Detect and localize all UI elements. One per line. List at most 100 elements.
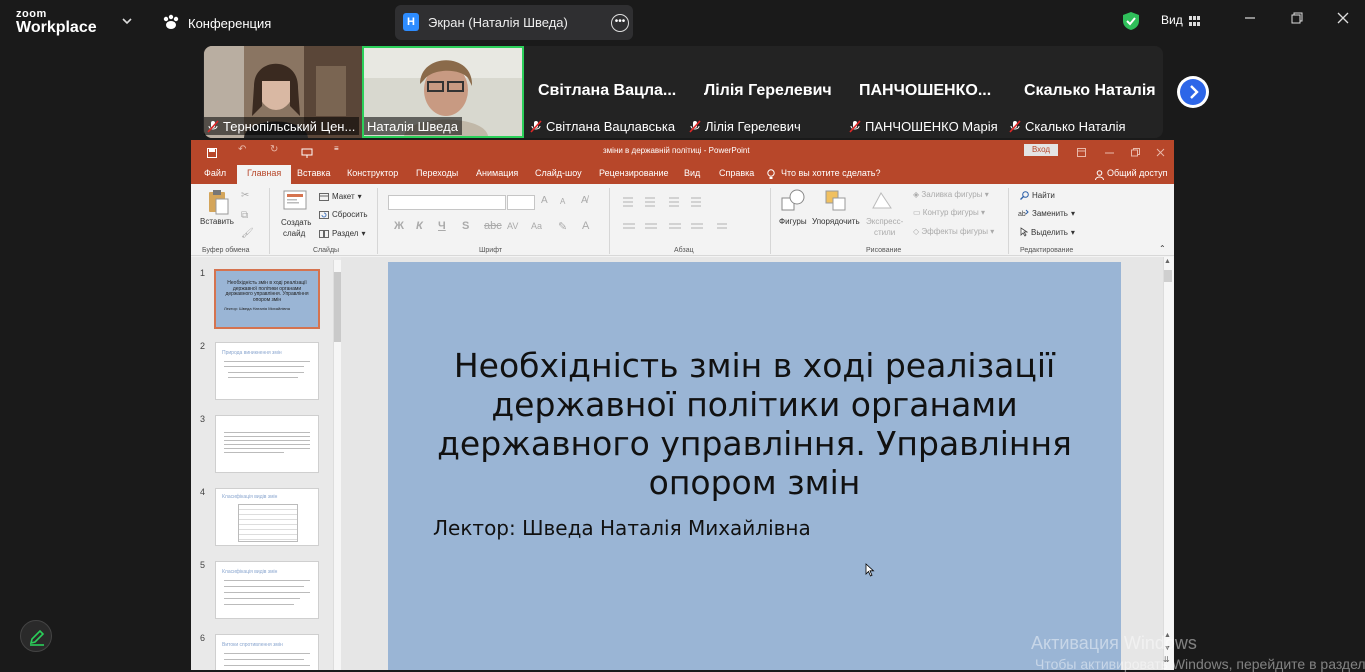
tab-transitions[interactable]: Переходы — [416, 168, 458, 178]
tab-file[interactable]: Файл — [204, 168, 226, 178]
view-button[interactable]: Вид — [1161, 13, 1183, 27]
grid-icon[interactable] — [1189, 14, 1200, 26]
participant-tile-name[interactable]: Лілія Герелевич — [704, 82, 832, 100]
ribbon-separator — [770, 188, 771, 254]
tab-insert[interactable]: Вставка — [297, 168, 330, 178]
mic-muted-icon — [1009, 120, 1021, 133]
meeting-label: Конференция — [188, 16, 272, 31]
ribbon-separator — [1008, 188, 1009, 254]
slide-thumbnail[interactable]: Класифікація видів змін — [215, 561, 319, 619]
char-spacing-button[interactable]: AV — [507, 221, 518, 231]
quick-styles-label-2[interactable]: стили — [874, 228, 895, 237]
scroll-up-icon[interactable]: ▲ — [1164, 258, 1171, 265]
shapes-icon[interactable] — [780, 188, 806, 219]
strikethrough-icon[interactable]: abc — [484, 220, 502, 232]
arrange-icon[interactable] — [823, 188, 849, 219]
find-button[interactable]: Найти — [1020, 191, 1055, 200]
participant-tile-name[interactable]: Світлана Вацла... — [538, 82, 676, 100]
slides-group-label: Слайды — [313, 247, 340, 254]
close-icon[interactable] — [1333, 11, 1353, 27]
copy-icon[interactable]: ⧉ — [241, 210, 248, 221]
thumbnail-scroll-thumb[interactable] — [334, 272, 341, 342]
paste-label[interactable]: Вставить — [200, 217, 234, 226]
clear-formatting-icon[interactable]: A̸ — [581, 195, 588, 206]
minimize-icon[interactable] — [1240, 11, 1260, 27]
ribbon-display-icon[interactable] — [1077, 144, 1086, 162]
chevron-right-icon[interactable] — [1180, 79, 1206, 105]
editor-scroll-thumb[interactable] — [1164, 270, 1172, 282]
tab-view[interactable]: Вид — [684, 168, 700, 178]
paste-icon[interactable] — [207, 189, 229, 220]
shape-outline-button[interactable]: ▭ Контур фигуры ▾ — [913, 208, 985, 217]
tab-slideshow[interactable]: Слайд-шоу — [535, 168, 582, 178]
chevron-down-icon[interactable] — [122, 14, 132, 28]
new-slide-label-2[interactable]: слайд — [283, 229, 305, 238]
customize-toolbar-icon[interactable]: ≡ — [334, 144, 339, 153]
redo-icon[interactable]: ↻ — [270, 144, 278, 155]
select-button[interactable]: Выделить ▾ — [1020, 227, 1075, 237]
collapse-ribbon-icon[interactable]: ⌃ — [1159, 244, 1166, 253]
meeting-button[interactable]: Конференция — [162, 14, 271, 33]
font-grow-icon[interactable]: A — [541, 195, 548, 206]
annotate-button[interactable] — [20, 620, 52, 652]
participant-tile-name[interactable]: Скалько Наталія — [1024, 82, 1156, 100]
underline-button[interactable]: Ч — [438, 220, 446, 232]
close-icon[interactable] — [1156, 144, 1165, 162]
font-color-icon[interactable]: A — [582, 220, 589, 232]
slide-thumbnail[interactable]: Необхідність змін в ході реалізації держ… — [216, 271, 318, 327]
italic-button[interactable]: К — [416, 220, 423, 232]
change-case-button[interactable]: Aa — [531, 221, 542, 231]
mic-muted-icon — [689, 120, 701, 133]
editor-scrollbar[interactable] — [1163, 257, 1173, 670]
quick-styles-label[interactable]: Экспресс- — [866, 217, 903, 226]
shape-effects-button[interactable]: ◇ Эффекты фигуры ▾ — [913, 227, 994, 236]
cut-icon[interactable]: ✂ — [241, 190, 249, 201]
tab-design[interactable]: Конструктор — [347, 168, 398, 178]
font-size-input[interactable] — [507, 195, 535, 210]
start-slideshow-icon[interactable] — [301, 145, 313, 163]
slide-thumbnail[interactable]: Витоки спротивлення змін — [215, 634, 319, 670]
share-button[interactable]: Общий доступ — [1107, 168, 1167, 178]
tab-help[interactable]: Справка — [719, 168, 754, 178]
arrange-label[interactable]: Упорядочить — [812, 217, 860, 226]
slide-1[interactable]: Необхідність змін в ході реалізації держ… — [388, 262, 1121, 670]
slide-thumbnail[interactable]: Класифікація видів змін — [215, 488, 319, 546]
shadow-button[interactable]: S — [462, 220, 469, 232]
find-label: Найти — [1032, 191, 1055, 200]
shield-check-icon[interactable] — [1122, 11, 1140, 36]
shapes-label[interactable]: Фигуры — [779, 217, 807, 226]
thumb-number: 1 — [200, 268, 206, 278]
restore-icon[interactable] — [1131, 144, 1140, 162]
slide-thumbnail[interactable]: Природа виникнення змін — [215, 342, 319, 400]
slide-title[interactable]: Необхідність змін в ході реалізації держ… — [388, 346, 1121, 502]
layout-button[interactable]: Макет ▾ — [319, 192, 362, 201]
participant-tile-name[interactable]: ПАНЧОШЕНКО... — [859, 82, 991, 100]
restore-icon[interactable] — [1287, 11, 1307, 27]
paragraph-group-label: Абзац — [674, 247, 694, 254]
minimize-icon[interactable] — [1105, 144, 1114, 162]
paragraph-controls[interactable] — [621, 196, 761, 241]
slide-subtitle[interactable]: Лектор: Шведа Наталія Михайлівна — [433, 516, 811, 540]
undo-icon[interactable]: ↶ — [238, 144, 246, 155]
font-name-input[interactable] — [388, 195, 506, 210]
section-button[interactable]: Раздел ▾ — [319, 229, 365, 238]
tab-home[interactable]: Главная — [237, 165, 292, 184]
login-button[interactable]: Вход — [1024, 144, 1058, 156]
new-slide-label[interactable]: Создать — [281, 218, 311, 227]
bold-button[interactable]: Ж — [394, 220, 404, 232]
more-icon[interactable]: ••• — [611, 14, 629, 32]
paw-icon — [162, 14, 180, 33]
shape-fill-button[interactable]: ◈ Заливка фигуры ▾ — [913, 190, 989, 199]
slide-thumbnail[interactable] — [215, 415, 319, 473]
save-icon[interactable] — [207, 145, 217, 163]
quick-styles-icon[interactable] — [871, 190, 893, 217]
format-painter-icon[interactable]: 🖌 — [241, 228, 254, 239]
highlight-icon[interactable]: ✎ — [558, 220, 567, 233]
tab-animations[interactable]: Анимация — [476, 168, 518, 178]
tell-me-search[interactable]: Что вы хотите сделать? — [781, 168, 881, 178]
new-slide-icon[interactable] — [283, 188, 307, 217]
tab-review[interactable]: Рецензирование — [599, 168, 669, 178]
reset-button[interactable]: Сбросить — [319, 210, 368, 219]
replace-button[interactable]: ab Заменить ▾ — [1018, 209, 1075, 218]
font-shrink-icon[interactable]: A — [560, 197, 565, 206]
